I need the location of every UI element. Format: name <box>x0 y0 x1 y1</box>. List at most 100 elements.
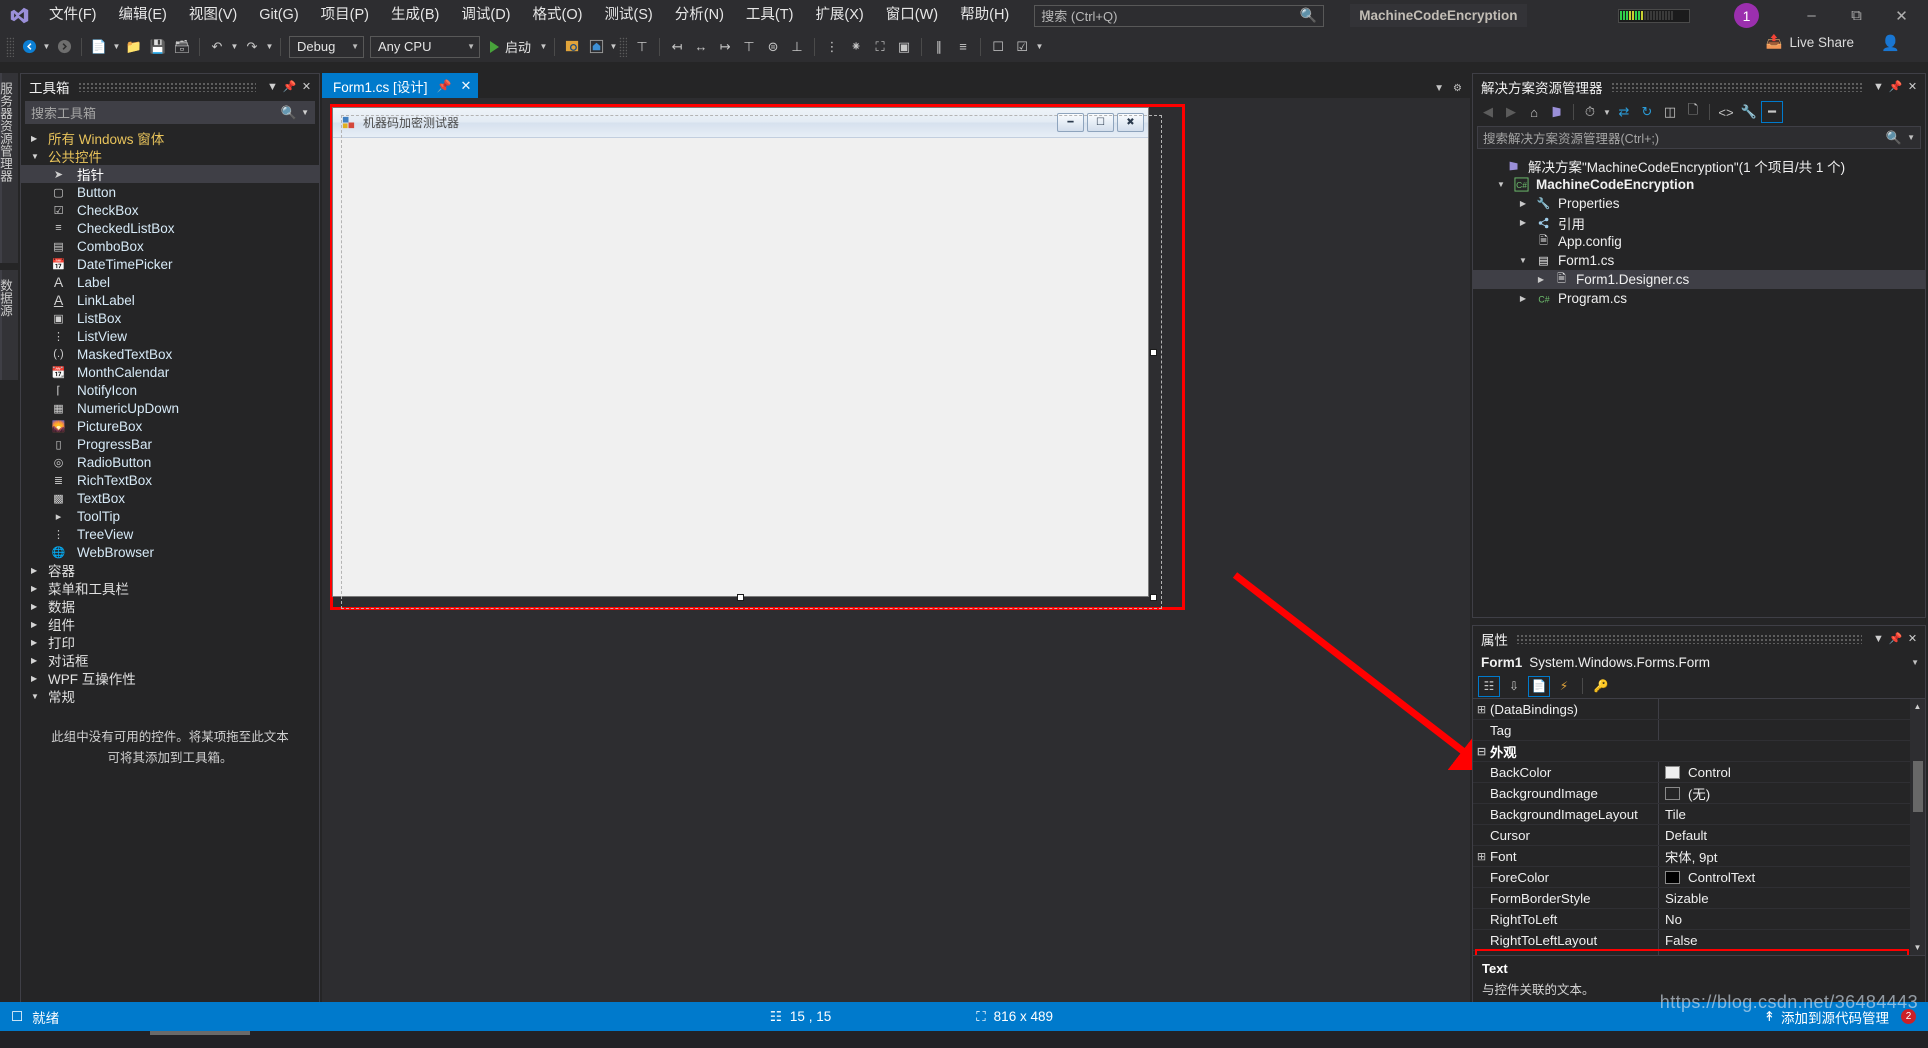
chevron-down-icon[interactable]: ▼ <box>1870 77 1887 97</box>
save-icon[interactable]: 💾 <box>146 35 170 59</box>
chevron-down-icon[interactable]: ▼ <box>1907 133 1915 142</box>
person-add-icon[interactable]: 👤 <box>1881 34 1900 52</box>
form-designer-canvas[interactable]: 机器码加密测试器 ━ ☐ ✖ <box>322 98 1470 1018</box>
solution-platform-select[interactable]: Any CPU ▼ <box>370 35 480 58</box>
toolbox-category-common-controls[interactable]: ▼ 公共控件 <box>21 147 319 165</box>
toolbox-category-containers[interactable]: ▶ 容器 <box>21 561 319 579</box>
navigate-back-icon[interactable] <box>17 35 41 59</box>
tree-node-form1-designer-cs[interactable]: ▶ 🗎 Form1.Designer.cs <box>1473 270 1925 289</box>
toolbox-item-maskedtextbox[interactable]: (.) MaskedTextBox <box>21 345 319 363</box>
menu-item-help[interactable]: 帮助(H) <box>949 0 1020 31</box>
tab-form1-designer[interactable]: Form1.cs [设计] 📌 ✕ <box>322 73 479 98</box>
resize-handle-corner[interactable] <box>1150 594 1157 601</box>
property-row-righttoleftlayout[interactable]: RightToLeftLayout False <box>1473 930 1925 951</box>
categorized-icon[interactable]: ☷ <box>1478 675 1500 697</box>
chevron-down-icon[interactable]: ▼ <box>1495 180 1507 189</box>
chevron-down-icon[interactable]: ▼ <box>301 108 309 117</box>
minimize-icon[interactable]: – <box>1789 0 1834 31</box>
global-search-input[interactable]: 搜索 (Ctrl+Q) 🔍 <box>1034 4 1325 27</box>
close-icon[interactable]: ✕ <box>1904 77 1921 97</box>
design-form[interactable]: 机器码加密测试器 ━ ☐ ✖ <box>332 107 1162 609</box>
start-debug-button[interactable]: 启动 <box>483 35 538 59</box>
chevron-down-icon[interactable]: ▼ <box>1870 629 1887 649</box>
property-value[interactable]: False <box>1658 930 1925 950</box>
menu-item-project[interactable]: 项目(P) <box>310 0 380 31</box>
pending-changes-icon[interactable]: ⏱ <box>1579 101 1601 123</box>
make-same-size-icon[interactable]: ⛶ <box>868 35 892 59</box>
toolbox-item-notifyicon[interactable]: ⌈ NotifyIcon <box>21 381 319 399</box>
toolbox-category-menus-toolbars[interactable]: ▶ 菜单和工具栏 <box>21 579 319 597</box>
tree-node-program-cs[interactable]: ▶ C# Program.cs <box>1473 289 1925 308</box>
property-value[interactable]: 宋体, 9pt <box>1658 846 1925 866</box>
toolbox-category-dialogs[interactable]: ▶ 对话框 <box>21 651 319 669</box>
toolbox-search-input[interactable]: 搜索工具箱 🔍 ▼ <box>25 101 315 124</box>
scroll-down-icon[interactable]: ▼ <box>1910 940 1925 955</box>
toolbox-category-components[interactable]: ▶ 组件 <box>21 615 319 633</box>
bring-to-front-icon[interactable]: ☐ <box>986 35 1010 59</box>
scrollbar-thumb[interactable] <box>1912 761 1923 812</box>
expand-icon[interactable]: ⊞ <box>1473 703 1490 716</box>
chevron-right-icon[interactable]: ▶ <box>1517 218 1529 227</box>
toolbox-item-textbox[interactable]: ▩ TextBox <box>21 489 319 507</box>
chevron-down-icon[interactable]: ▼ <box>1517 256 1529 265</box>
menu-item-extensions[interactable]: 扩展(X) <box>804 0 874 31</box>
resize-handle-bottom[interactable] <box>737 594 744 601</box>
menu-item-file[interactable]: 文件(F) <box>38 0 108 31</box>
horizontal-spacing-icon[interactable]: ∥ <box>927 35 951 59</box>
property-value[interactable]: Sizable <box>1658 888 1925 908</box>
toolbox-category-wpf-interop[interactable]: ▶ WPF 互操作性 <box>21 669 319 687</box>
home-dropdown-icon[interactable]: ▼ <box>608 35 619 59</box>
property-row-forecolor[interactable]: ForeColor ControlText <box>1473 867 1925 888</box>
restore-icon[interactable]: ⧉ <box>1834 0 1879 31</box>
sync-icon[interactable]: ⇄ <box>1613 101 1635 123</box>
align-bottoms-icon[interactable]: ⊥ <box>785 35 809 59</box>
size-to-grid-icon[interactable]: ▣ <box>892 35 916 59</box>
align-tops-icon[interactable]: ⊤ <box>737 35 761 59</box>
maximize-icon[interactable]: ☐ <box>1087 113 1114 132</box>
make-same-width-icon[interactable]: ⋮ <box>820 35 844 59</box>
collapse-icon[interactable]: ⊟ <box>1473 745 1490 758</box>
close-icon[interactable]: ✕ <box>1879 0 1924 31</box>
toolbox-item-picturebox[interactable]: 🌄 PictureBox <box>21 417 319 435</box>
show-all-files-icon[interactable]: 🗋 <box>1682 101 1704 123</box>
property-row-cursor[interactable]: Cursor Default <box>1473 825 1925 846</box>
property-value-cell[interactable]: Control <box>1658 762 1925 782</box>
align-centers-icon[interactable]: ↔ <box>689 35 713 59</box>
properties-icon[interactable]: 📄 <box>1528 675 1550 697</box>
solution-configuration-select[interactable]: Debug ▼ <box>289 35 364 58</box>
toolbox-item-webbrowser[interactable]: 🌐 WebBrowser <box>21 543 319 561</box>
toolbox-item-listview[interactable]: ⋮ ListView <box>21 327 319 345</box>
navigate-back-dropdown-icon[interactable]: ▼ <box>41 35 52 59</box>
toolbox-category-printing[interactable]: ▶ 打印 <box>21 633 319 651</box>
gear-icon[interactable]: ⚙ <box>1453 83 1462 94</box>
live-share-button[interactable]: 📤 Live Share <box>1766 34 1854 50</box>
property-value[interactable]: 机器码加密测试器 <box>1658 951 1925 955</box>
menu-item-build[interactable]: 生成(B) <box>380 0 450 31</box>
undo-icon[interactable]: ↶ <box>205 35 229 59</box>
toolbox-item-datetimepicker[interactable]: 📅 DateTimePicker <box>21 255 319 273</box>
property-value[interactable]: No <box>1658 909 1925 929</box>
toolbox-item-listbox[interactable]: ▣ ListBox <box>21 309 319 327</box>
vtab-server-explorer[interactable]: 服务器资源管理器 <box>0 73 18 263</box>
toolbox-item-checkbox[interactable]: ☑ CheckBox <box>21 201 319 219</box>
menu-item-edit[interactable]: 编辑(E) <box>108 0 178 31</box>
chevron-down-icon[interactable]: ▼ <box>1911 658 1919 667</box>
resize-handle-right[interactable] <box>1150 349 1157 356</box>
property-row-tag[interactable]: Tag <box>1473 720 1925 741</box>
menu-item-window[interactable]: 窗口(W) <box>875 0 949 31</box>
property-category-appearance[interactable]: ⊟ 外观 <box>1473 741 1925 762</box>
redo-icon[interactable]: ↷ <box>240 35 264 59</box>
minimize-icon[interactable]: ━ <box>1057 113 1084 132</box>
toolbox-item-richtextbox[interactable]: ≣ RichTextBox <box>21 471 319 489</box>
home-page-icon[interactable] <box>584 35 608 59</box>
property-value[interactable]: Default <box>1658 825 1925 845</box>
vtab-data-sources[interactable]: 数据源 <box>0 270 18 380</box>
scroll-up-icon[interactable]: ▲ <box>1910 699 1925 714</box>
close-icon[interactable]: ✕ <box>1904 629 1921 649</box>
tree-node-references[interactable]: ▶ 引用 <box>1473 213 1925 232</box>
refresh-icon[interactable]: ↻ <box>1636 101 1658 123</box>
save-all-icon[interactable]: 🗃 <box>170 35 194 59</box>
preview-pane-icon[interactable]: ━ <box>1761 101 1783 123</box>
tree-node-solution[interactable]: 解决方案"MachineCodeEncryption"(1 个项目/共 1 个) <box>1473 156 1925 175</box>
align-lefts-icon[interactable]: ↤ <box>665 35 689 59</box>
